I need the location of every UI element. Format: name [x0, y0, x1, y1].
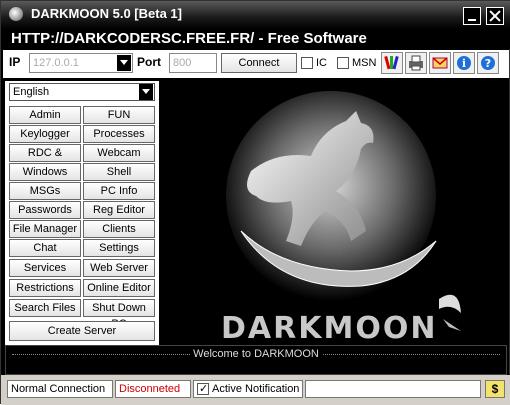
shut-down-pc-button[interactable]: Shut Down PC: [83, 299, 155, 330]
port-value: 800: [173, 57, 192, 69]
passwords-button[interactable]: Passwords: [9, 201, 81, 219]
help-icon[interactable]: ?: [477, 52, 499, 74]
window-title: DARKMOON 5.0 [Beta 1]: [31, 6, 182, 21]
mail-icon[interactable]: [429, 52, 451, 74]
web-server-button[interactable]: Web Server: [83, 259, 155, 277]
shell-button[interactable]: Shell: [83, 163, 155, 181]
msn-checkbox[interactable]: [337, 57, 349, 69]
svg-text:?: ?: [485, 57, 491, 70]
settings-button[interactable]: Settings: [83, 239, 155, 257]
status-extra-field: [305, 380, 481, 398]
create-server-button[interactable]: Create Server: [9, 321, 155, 341]
title-bar[interactable]: DARKMOON 5.0 [Beta 1]: [1, 1, 510, 29]
moon-icon: [9, 7, 23, 21]
connection-state: Disconneted: [115, 380, 191, 398]
ip-input[interactable]: 127.0.0.1: [29, 53, 133, 73]
status-bar: Normal Connection Disconneted Active Not…: [1, 375, 510, 405]
pencils-icon[interactable]: [381, 52, 403, 74]
command-panel: English Admin FUN Keylogger Processes RD…: [5, 81, 159, 345]
processes-button[interactable]: Processes: [83, 125, 155, 143]
welcome-message: Welcome to DARKMOON: [190, 348, 322, 360]
port-input[interactable]: 800: [169, 53, 217, 73]
rdc-screen-button[interactable]: RDC & Screen: [9, 144, 81, 175]
message-console: Welcome to DARKMOON: [5, 345, 507, 375]
fun-button[interactable]: FUN: [83, 106, 155, 124]
file-manager-button[interactable]: File Manager: [9, 220, 81, 238]
connection-toolbar: IP 127.0.0.1 Port 800 Connect IC MSN i ?: [3, 50, 509, 78]
port-label: Port: [137, 55, 161, 69]
logo-view: DARKMOON: [161, 81, 507, 345]
notification-label: Active Notification: [212, 383, 300, 395]
chevron-down-icon[interactable]: [117, 55, 131, 71]
notification-checkbox[interactable]: [197, 381, 209, 397]
language-value: English: [13, 86, 50, 98]
minimize-button[interactable]: [463, 7, 481, 25]
main-window: DARKMOON 5.0 [Beta 1] HTTP://DARKCODERSC…: [0, 0, 510, 405]
info-icon[interactable]: i: [453, 52, 475, 74]
chevron-down-icon[interactable]: [139, 84, 153, 100]
ic-label: IC: [316, 57, 327, 69]
notification-toggle[interactable]: Active Notification: [193, 380, 303, 398]
clients-button[interactable]: Clients: [83, 220, 155, 238]
webcam-button[interactable]: Webcam: [83, 144, 155, 162]
connection-mode: Normal Connection: [7, 380, 113, 398]
brand-text: DARKMOON: [221, 311, 438, 345]
online-editor-button[interactable]: Online Editor: [83, 279, 155, 297]
reg-editor-button[interactable]: Reg Editor: [83, 201, 155, 219]
banner-text: HTTP://DARKCODERSC.FREE.FR/ - Free Softw…: [1, 29, 510, 49]
ip-value: 127.0.0.1: [33, 57, 79, 69]
search-files-button[interactable]: Search Files: [9, 299, 81, 317]
pc-info-button[interactable]: PC Info: [83, 182, 155, 200]
ip-label: IP: [9, 55, 21, 69]
svg-text:i: i: [462, 57, 466, 70]
chat-button[interactable]: Chat: [9, 239, 81, 257]
windows-button[interactable]: Windows: [9, 163, 81, 181]
ic-checkbox[interactable]: [301, 57, 313, 69]
horse-moon-logo: [161, 81, 507, 345]
admin-button[interactable]: Admin: [9, 106, 81, 124]
restrictions-button[interactable]: Restrictions: [9, 279, 81, 297]
close-button[interactable]: [486, 7, 504, 25]
msgs-button[interactable]: MSGs: [9, 182, 81, 200]
language-select[interactable]: English: [9, 83, 155, 101]
printer-icon[interactable]: [405, 52, 427, 74]
keylogger-button[interactable]: Keylogger: [9, 125, 81, 143]
dollar-icon[interactable]: $: [485, 380, 505, 398]
msn-label: MSN: [352, 57, 377, 69]
services-button[interactable]: Services: [9, 259, 81, 277]
connect-button[interactable]: Connect: [221, 53, 297, 73]
